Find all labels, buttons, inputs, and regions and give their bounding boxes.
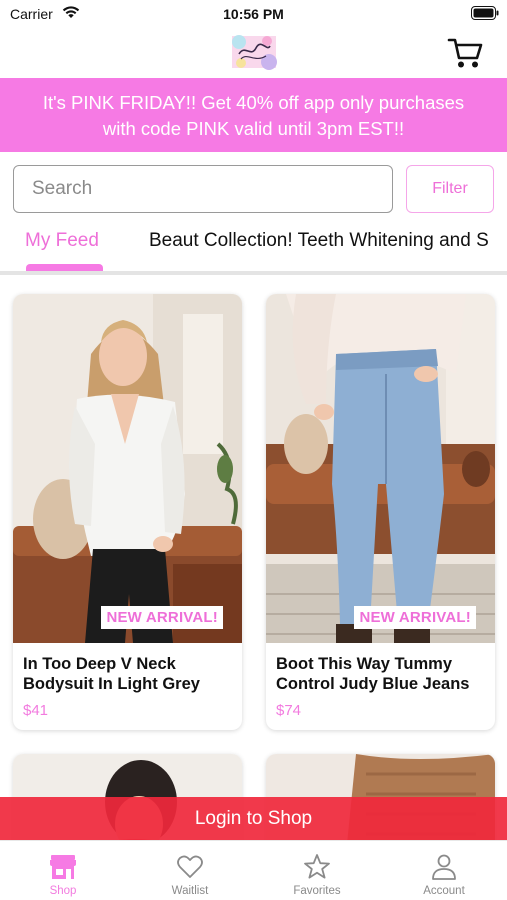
new-arrival-badge: NEW ARRIVAL! [354,606,476,629]
clock: 10:56 PM [223,6,284,22]
cart-icon[interactable] [447,36,483,70]
tab-favorites-label: Favorites [293,885,341,897]
tab-favorites[interactable]: Favorites [254,841,380,900]
product-price: $41 [23,702,49,719]
battery-icon [471,6,499,23]
tab-beaut-collection[interactable]: Beaut Collection! Teeth Whitening and S [149,230,489,252]
login-to-shop-button[interactable]: Login to Shop [0,797,507,840]
product-image[interactable]: NEW ARRIVAL! [13,294,242,643]
search-box[interactable] [13,165,393,213]
promo-banner: It's PINK FRIDAY!! Get 40% off app only … [0,78,507,152]
search-row: Filter [0,163,507,215]
search-input[interactable] [14,166,392,212]
app-header [0,28,507,78]
product-card[interactable]: NEW ARRIVAL! Boot This Way Tummy Control… [266,294,495,730]
product-title[interactable]: In Too Deep V Neck Bodysuit In Light Gre… [23,654,235,694]
product-image[interactable]: NEW ARRIVAL! [266,294,495,643]
person-icon [429,853,459,881]
star-icon [302,853,332,881]
tab-waitlist[interactable]: Waitlist [127,841,253,900]
tab-shop[interactable]: Shop [0,841,126,900]
product-card[interactable]: NEW ARRIVAL! In Too Deep V Neck Bodysuit… [13,294,242,730]
tab-account-label: Account [423,885,465,897]
heart-icon [175,853,205,881]
tab-shop-label: Shop [49,885,77,897]
filter-button[interactable]: Filter [406,165,494,213]
tab-my-feed[interactable]: My Feed [25,230,99,252]
brand-logo[interactable] [229,32,279,72]
status-bar: Carrier 10:56 PM [0,0,507,28]
tab-account[interactable]: Account [381,841,507,900]
storefront-icon [48,853,78,881]
category-tabs: My Feed Beaut Collection! Teeth Whitenin… [0,222,507,274]
tab-waitlist-label: Waitlist [171,885,209,897]
product-price: $74 [276,702,302,719]
product-title[interactable]: Boot This Way Tummy Control Judy Blue Je… [276,654,488,694]
bottom-tab-bar: Shop Waitlist Favorites Account [0,840,507,900]
new-arrival-badge: NEW ARRIVAL! [101,606,223,629]
promo-line-1: It's PINK FRIDAY!! Get 40% off app only … [42,92,465,113]
promo-line-2: with code PINK valid until 3pm EST!! [102,118,405,139]
tabs-divider [0,271,507,275]
